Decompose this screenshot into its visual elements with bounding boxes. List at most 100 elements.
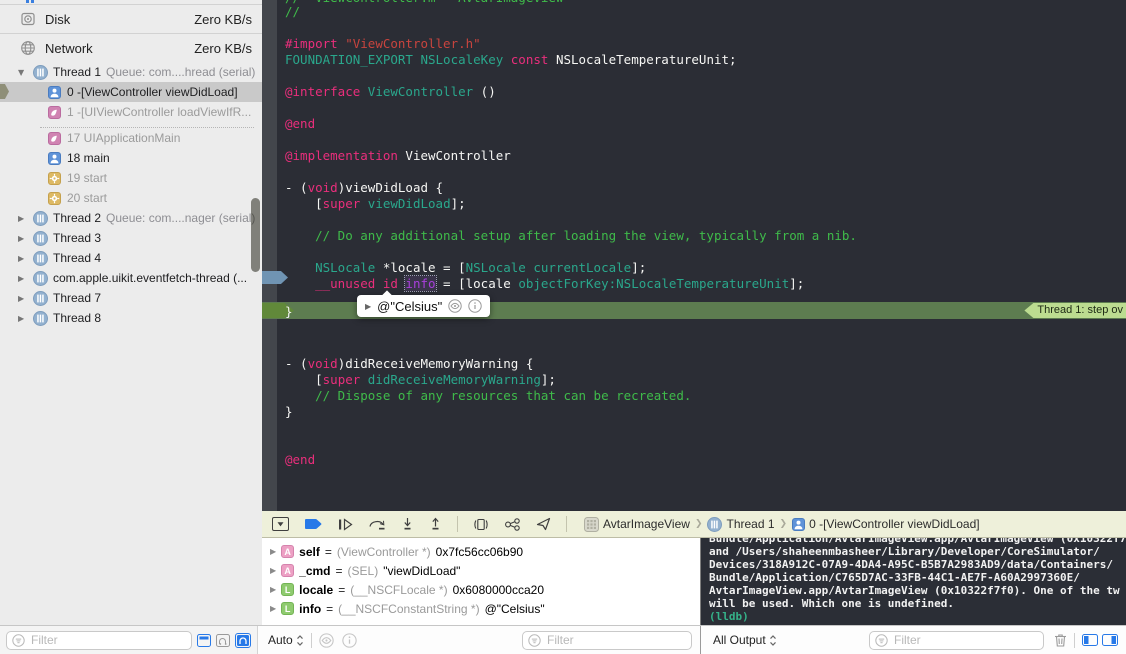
gauge-row-network[interactable]: Network Zero KB/s: [0, 33, 262, 62]
filter-icon: [12, 633, 25, 647]
sidebar-scrollbar-thumb[interactable]: [251, 198, 260, 272]
popover-disclosure-icon[interactable]: ▶: [365, 302, 371, 311]
stack-frame-row[interactable]: 18 main: [0, 148, 262, 168]
gauge-row-disk[interactable]: Disk Zero KB/s: [0, 4, 262, 33]
variables-scope-dropdown[interactable]: Auto: [268, 633, 293, 647]
disclosure-triangle-icon[interactable]: ▶: [18, 254, 28, 263]
breakpoint-gutter[interactable]: [262, 0, 277, 511]
filter-icon: [528, 633, 541, 647]
code-token: // Dispose of any resources that can be …: [285, 388, 692, 403]
console-filter-field: [869, 630, 1044, 650]
disclosure-triangle-icon[interactable]: ▶: [18, 294, 28, 303]
highlighted-symbol-info[interactable]: info: [404, 275, 437, 292]
chevron-updown-icon[interactable]: [769, 634, 777, 647]
code-token: (): [473, 84, 496, 99]
frame-framework-icon: [48, 105, 61, 119]
disclosure-triangle-icon[interactable]: ▼: [18, 68, 28, 77]
console-filter-input[interactable]: [892, 632, 1038, 648]
stack-frame-row[interactable]: 1 -[UIViewController loadViewIfR...: [0, 102, 262, 122]
sidebar-thread-row[interactable]: ▶ Thread 4: [0, 248, 262, 268]
info-icon[interactable]: [342, 632, 357, 648]
console-clipped-line: Bundle/Application/AvtarImageView.app/Av…: [709, 538, 1126, 545]
debug-bar: AvtarImageView ❯ Thread 1 ❯ 0 -[ViewControll…: [262, 511, 1126, 538]
breadcrumb-item[interactable]: Thread 1: [707, 516, 775, 532]
code-token: #import: [285, 36, 346, 51]
toggle-console-panel-icon[interactable]: [1102, 634, 1118, 646]
stack-frame-row[interactable]: 17 UIApplicationMain: [0, 128, 262, 148]
show-crashed-threads-icon[interactable]: [216, 633, 230, 647]
sidebar-thread-row[interactable]: ▶ Thread 7: [0, 288, 262, 308]
breadcrumb-item[interactable]: 0 -[ViewController viewDidLoad]: [792, 517, 980, 531]
sidebar-thread-row[interactable]: ▼ Thread 1 Queue: com....hread (serial): [0, 62, 262, 82]
breadcrumb-item[interactable]: AvtarImageView: [584, 516, 690, 532]
variable-name: _cmd: [299, 563, 331, 578]
sidebar-thread-row[interactable]: ▶ Thread 2 Queue: com....nager (serial): [0, 208, 262, 228]
app-icon: [584, 516, 599, 532]
network-icon: [20, 40, 36, 56]
stack-frame-row[interactable]: 0 -[ViewController viewDidLoad]: [0, 82, 262, 102]
stack-frame-row[interactable]: 20 start: [0, 188, 262, 208]
variable-row[interactable]: ▶ A _cmd = (SEL) "viewDidLoad": [262, 561, 700, 580]
disclosure-triangle-icon[interactable]: ▶: [270, 585, 276, 594]
bottom-bar: Auto All Output: [0, 625, 1126, 654]
lldb-prompt[interactable]: (lldb): [709, 610, 1126, 623]
code-token: void: [307, 180, 338, 195]
variable-kind-badge: A: [281, 564, 295, 577]
code-line: FOUNDATION_EXPORT NSLocaleKey const NSLo…: [262, 52, 1126, 68]
continue-button[interactable]: [338, 517, 353, 531]
variables-view-bar: Auto: [258, 626, 700, 654]
step-over-button[interactable]: [368, 518, 386, 531]
info-icon[interactable]: [468, 299, 482, 313]
breadcrumb-label: 0 -[ViewController viewDidLoad]: [809, 517, 980, 531]
view-hierarchy-button[interactable]: [473, 518, 489, 531]
sidebar-thread-row[interactable]: ▶ Thread 3: [0, 228, 262, 248]
thread-icon: [707, 516, 723, 532]
thread-queue-label: Queue: com....nager (serial): [106, 211, 256, 225]
disclosure-triangle-icon[interactable]: ▶: [18, 274, 28, 283]
code-line: // Do any additional setup after loading…: [262, 228, 1126, 244]
view-process-by-thread-icon[interactable]: [235, 632, 251, 648]
simulate-location-button[interactable]: [536, 517, 551, 531]
disclosure-triangle-icon[interactable]: ▶: [270, 547, 276, 556]
disk-icon: [20, 11, 36, 27]
disclosure-triangle-icon[interactable]: ▶: [18, 214, 28, 223]
thread-icon: [33, 64, 48, 80]
code-token: const: [510, 52, 549, 67]
console-output-dropdown[interactable]: All Output: [713, 633, 766, 647]
frame-system-icon: [48, 191, 61, 205]
code-token: = [locale: [435, 276, 519, 291]
variables-filter-input[interactable]: [545, 632, 686, 648]
chevron-updown-icon[interactable]: [296, 634, 304, 647]
memory-graph-button[interactable]: [504, 517, 521, 531]
navigator-filter-input[interactable]: [29, 632, 186, 648]
gauge-label: Network: [45, 40, 93, 56]
trash-icon[interactable]: [1054, 633, 1067, 647]
variable-row[interactable]: ▶ Aself = (ViewController *) 0x7fc56cc06b90: [262, 542, 700, 561]
code-token: - (: [285, 180, 308, 195]
code-token: objectForKey:NSLocaleTemperatureUnit: [518, 276, 790, 291]
variable-row[interactable]: ▶ Llocale = (__NSCFLocale *) 0x6080000cca20: [262, 580, 700, 599]
sidebar-thread-row[interactable]: ▶ com.apple.uikit.eventfetch-thread (...: [0, 268, 262, 288]
disclosure-triangle-icon[interactable]: ▶: [18, 234, 28, 243]
thread-label: Thread 2: [53, 211, 102, 225]
variable-name: self: [299, 544, 320, 559]
step-out-button[interactable]: [429, 517, 442, 531]
breakpoints-toggle-button[interactable]: [304, 518, 323, 530]
step-into-button[interactable]: [401, 517, 414, 531]
disclosure-triangle-icon[interactable]: ▶: [270, 566, 276, 575]
thread-label: Thread 1: [53, 65, 102, 79]
variable-type: (ViewController *): [336, 544, 431, 559]
stack-frame-row[interactable]: 19 start: [0, 168, 262, 188]
variable-row[interactable]: ▶ Linfo = (__NSCFConstantString *) @"Celsius…: [262, 599, 700, 618]
quicklook-eye-icon[interactable]: [319, 632, 334, 648]
disclosure-triangle-icon[interactable]: ▶: [270, 604, 276, 613]
code-token: ViewController: [360, 84, 474, 99]
code-token: ];: [789, 276, 805, 291]
disclosure-triangle-icon[interactable]: ▶: [18, 314, 28, 323]
navigator-filter-bar: [0, 626, 258, 654]
sidebar-thread-row[interactable]: ▶ Thread 8: [0, 308, 262, 328]
toggle-variables-panel-icon[interactable]: [1082, 634, 1098, 646]
show-stack-depth-icon[interactable]: [197, 633, 211, 647]
quicklook-eye-icon[interactable]: [448, 299, 462, 313]
hide-debug-area-button[interactable]: [272, 517, 289, 531]
